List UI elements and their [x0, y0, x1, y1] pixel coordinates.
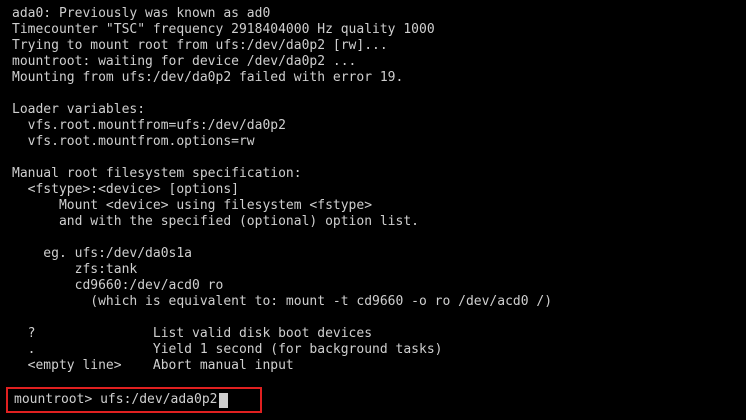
console-line: Mounting from ufs:/dev/da0p2 failed with…: [12, 70, 404, 85]
console-line: <empty line> Abort manual input: [12, 358, 294, 373]
console-line: mountroot: waiting for device /dev/da0p2…: [12, 54, 357, 69]
console-line: Loader variables:: [12, 102, 146, 117]
console-line: Mount <device> using filesystem <fstype>: [12, 198, 373, 213]
console-line: (which is equivalent to: mount -t cd9660…: [12, 294, 553, 309]
mountroot-prompt[interactable]: mountroot> ufs:/dev/ada0p2: [14, 392, 228, 408]
console-line: and with the specified (optional) option…: [12, 214, 419, 229]
prompt-label: mountroot>: [14, 392, 101, 407]
console-line: Timecounter "TSC" frequency 2918404000 H…: [12, 22, 435, 37]
console-line: vfs.root.mountfrom.options=rw: [12, 134, 255, 149]
console-line: vfs.root.mountfrom=ufs:/dev/da0p2: [12, 118, 286, 133]
console-line: . Yield 1 second (for background tasks): [12, 342, 443, 357]
console-line: cd9660:/dev/acd0 ro: [12, 278, 224, 293]
command-input[interactable]: ufs:/dev/ada0p2: [100, 392, 217, 408]
mountroot-prompt-highlight: mountroot> ufs:/dev/ada0p2: [6, 387, 262, 413]
console-line: zfs:tank: [12, 262, 138, 277]
console-line: <fstype>:<device> [options]: [12, 182, 239, 197]
cursor-block-icon: [218, 392, 228, 408]
console-line: ada0: Previously was known as ad0: [12, 6, 271, 21]
console-line: eg. ufs:/dev/da0s1a: [12, 246, 193, 261]
console-output: ada0: Previously was known as ad0 Timeco…: [12, 6, 746, 374]
console-screen: ada0: Previously was known as ad0 Timeco…: [0, 0, 746, 420]
console-line: Manual root filesystem specification:: [12, 166, 302, 181]
console-line: Trying to mount root from ufs:/dev/da0p2…: [12, 38, 388, 53]
console-line: ? List valid disk boot devices: [12, 326, 373, 341]
